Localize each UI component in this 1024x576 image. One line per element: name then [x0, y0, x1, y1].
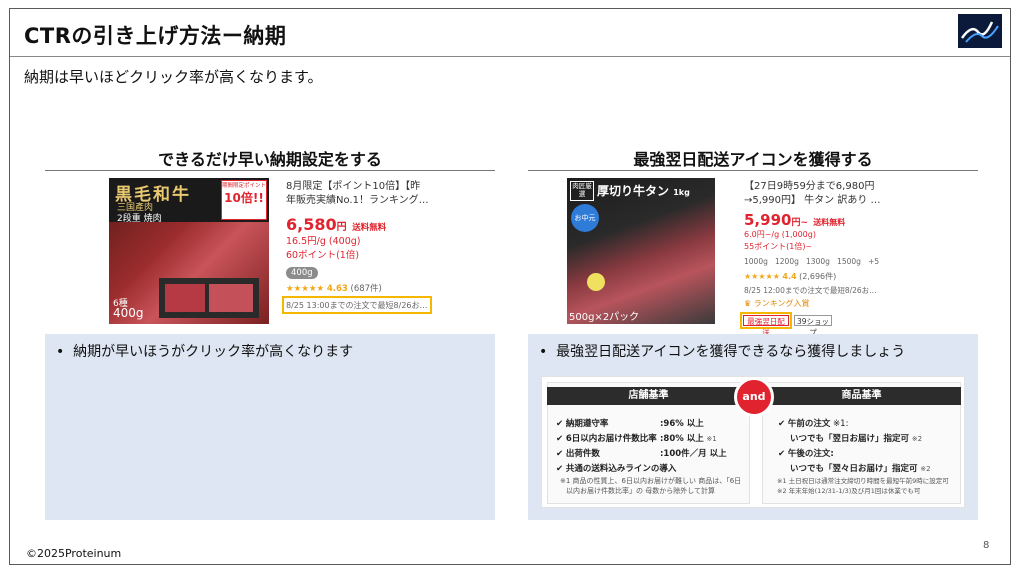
store-row: ✔ 共通の送料込みラインの導入	[556, 464, 677, 474]
bullet-dot-icon: •	[56, 344, 65, 360]
page-number: 8	[983, 540, 990, 551]
crown-icon: ♛	[744, 299, 752, 308]
title-divider	[10, 56, 1010, 57]
left-heading-underline	[45, 170, 495, 171]
left-points: 60ポイント(1倍)	[286, 250, 360, 261]
check-icon: ✔	[778, 449, 786, 459]
logo-mark-icon	[960, 21, 999, 43]
check-icon: ✔	[556, 449, 564, 459]
left-heading: できるだけ早い納期設定をする	[158, 150, 382, 169]
store-row: ✔ 納期遵守率	[556, 419, 609, 429]
right-rating: ★★★★★ 4.4 (2,696件)	[744, 272, 837, 281]
image-bottom-text: 500g×2パック	[569, 312, 640, 323]
store-row: ✔ 出荷件数	[556, 449, 600, 459]
slide-title: CTRの引き上げ方法ー納期	[24, 24, 287, 48]
left-unit-price: 16.5円/g (400g)	[286, 236, 361, 247]
image-tag: 肉匠厳選	[570, 181, 594, 201]
right-product-title[interactable]: 【27日9時59分まで6,980円 →5,990円】 牛タン 訳あり …	[744, 180, 881, 208]
store-row: ✔ 6日以内お届け件数比率	[556, 434, 657, 444]
image-weight-text: 400g	[113, 306, 144, 320]
left-bullet: • 納期が早いほうがクリック率が高くなります	[56, 344, 354, 360]
right-heading-underline	[528, 170, 978, 171]
right-delivery-text: 8/25 12:00までの注文で最短8/26お…	[744, 286, 877, 295]
left-product-image: 黒毛和牛 三国產肉 2段重 焼肉 期間限定ポイント 10倍!! 6種 400g	[109, 178, 269, 324]
company-logo	[958, 14, 1002, 48]
left-weight-tag[interactable]: 400g	[286, 267, 318, 279]
image-sub-text-2: 2段重 焼肉	[117, 214, 162, 224]
right-heading: 最強翌日配送アイコンを獲得する	[633, 150, 873, 169]
product-row: ✔ 午前の注文 ※1:	[778, 419, 849, 429]
right-product-image: 肉匠厳選 厚切り牛タン 1kg お中元 500g×2パック	[567, 178, 715, 324]
check-icon: ✔	[556, 464, 564, 474]
right-ranking: ♛ ランキング入賞	[744, 299, 810, 308]
star-rating-icon: ★★★★★	[286, 284, 325, 294]
image-badge: お中元	[571, 204, 599, 232]
slide-subtitle: 納期は早いほどクリック率が高くなります。	[24, 68, 323, 86]
lemon-icon	[587, 273, 605, 291]
left-bullet-box	[45, 334, 495, 520]
and-badge: and	[734, 377, 774, 417]
right-price: 5,990円~ 送料無料	[744, 211, 846, 229]
copyright-footer: ©2025Proteinum	[26, 547, 122, 560]
store-row-value: :100件／月 以上	[660, 449, 727, 459]
image-title: 厚切り牛タン 1kg	[597, 184, 690, 198]
bullet-dot-icon: •	[539, 344, 548, 360]
store-row-value: :80% 以上 ※1	[660, 434, 717, 444]
star-rating-icon: ★★★★★	[744, 272, 780, 281]
product-row: いつでも「翌日お届け」指定可 ※2	[790, 434, 923, 444]
shop-39-badge: 39ショップ	[794, 315, 832, 337]
product-note-1: ※1 土日祝日は通常注文締切り時間を最短午前9時に設定可	[777, 477, 949, 485]
product-row: ✔ 午後の注文:	[778, 449, 834, 459]
check-icon: ✔	[556, 434, 564, 444]
product-criteria-header: 商品基準	[762, 387, 961, 405]
check-icon: ✔	[778, 419, 786, 429]
product-row: いつでも「翌々日お届け」指定可 ※2	[790, 464, 931, 474]
left-delivery-text: 8/25 13:00までの注文で最短8/26お…	[286, 301, 428, 310]
right-options[interactable]: 1000g 1200g 1300g 1500g +5	[744, 255, 879, 268]
points-badge: 期間限定ポイント 10倍!!	[221, 180, 267, 220]
store-row-value: :96% 以上	[660, 419, 704, 429]
store-note-1: ※1 商品の性質上、6日以内お届けが難しい 商品は、「6日	[560, 477, 742, 485]
left-product-title[interactable]: 8月限定【ポイント10倍】【昨 年販売実績No.1！ランキング…	[286, 180, 429, 208]
left-price: 6,580円 送料無料	[286, 215, 387, 234]
fast-delivery-badge: 最強翌日配送	[743, 315, 789, 337]
right-points: 55ポイント(1倍)~	[744, 242, 813, 251]
store-criteria-header: 店舗基準	[547, 387, 750, 405]
left-rating: ★★★★★ 4.63 (687件)	[286, 284, 382, 294]
product-note-2: ※2 年末年始(12/31-1/3)及び月1回は休業でも可	[777, 487, 921, 495]
right-bullet: • 最強翌日配送アイコンを獲得できるなら獲得しましょう	[539, 344, 906, 360]
check-icon: ✔	[556, 419, 564, 429]
store-note-2: 以内お届け件数比率」の 母数から除外して計算	[566, 487, 716, 495]
